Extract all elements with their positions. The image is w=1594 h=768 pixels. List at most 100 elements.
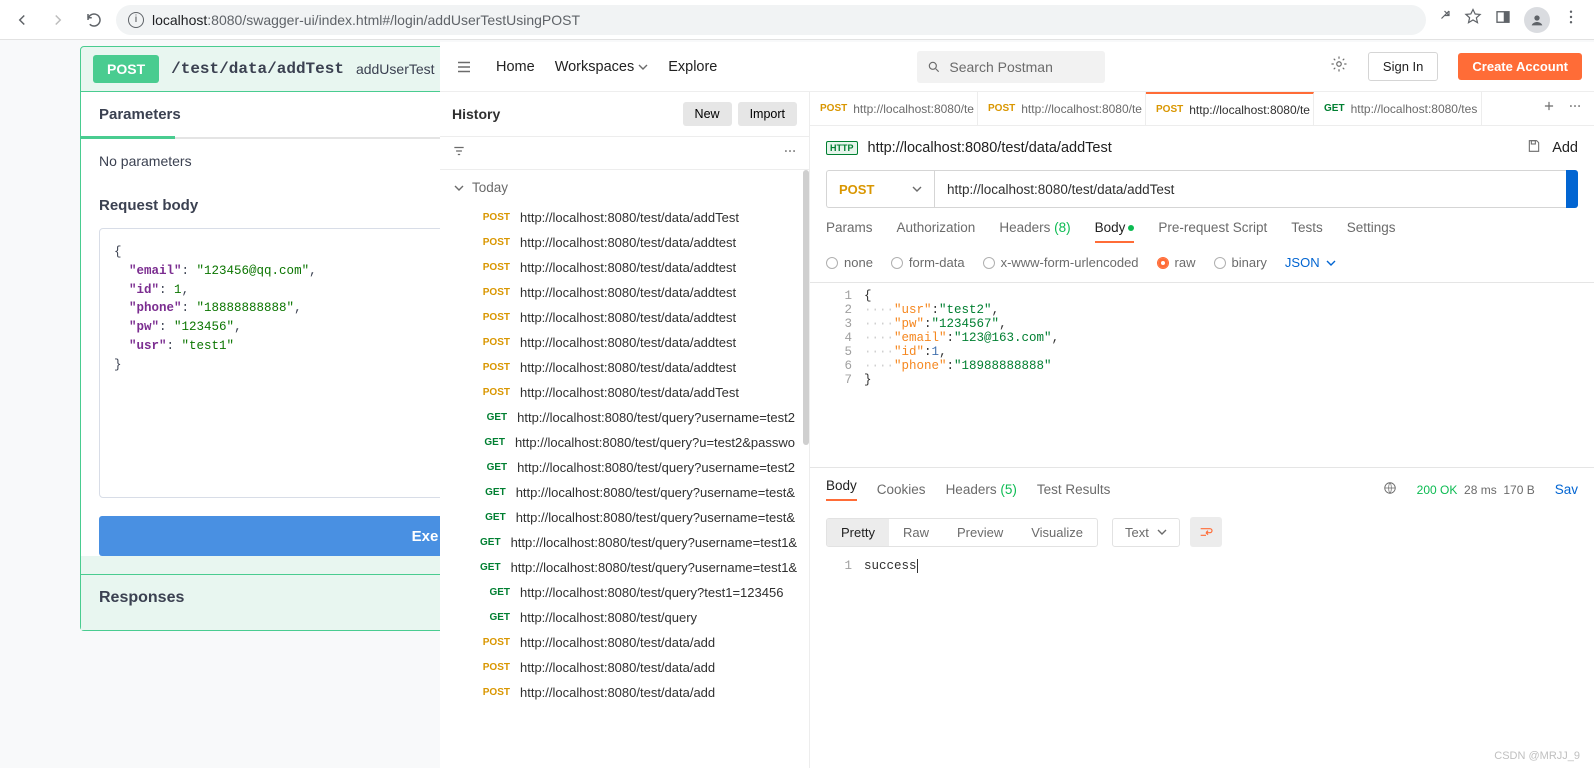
body-formdata[interactable]: form-data bbox=[891, 255, 965, 270]
history-item[interactable]: GEThttp://localhost:8080/test/query?user… bbox=[440, 530, 809, 555]
body-raw[interactable]: raw bbox=[1157, 255, 1196, 270]
site-info-icon[interactable]: i bbox=[128, 12, 144, 28]
resp-tab-tests[interactable]: Test Results bbox=[1037, 482, 1111, 497]
nav-explore[interactable]: Explore bbox=[668, 59, 717, 75]
forward-button[interactable] bbox=[44, 6, 72, 34]
history-item[interactable]: GEThttp://localhost:8080/test/query?test… bbox=[440, 580, 809, 605]
history-item[interactable]: GEThttp://localhost:8080/test/query?user… bbox=[440, 405, 809, 430]
tab-add-button[interactable] bbox=[1542, 99, 1556, 118]
method-dropdown[interactable]: POST bbox=[826, 170, 934, 208]
request-tab[interactable]: POSThttp://localhost:8080/te bbox=[1146, 92, 1314, 125]
response-format-dropdown[interactable]: Text bbox=[1112, 518, 1180, 547]
address-bar[interactable]: i localhost:8080/swagger-ui/index.html#/… bbox=[116, 5, 1426, 35]
history-item-method: GET bbox=[480, 412, 507, 423]
response-view-toggle[interactable]: Pretty Raw Preview Visualize bbox=[826, 518, 1098, 547]
line-number: 6 bbox=[810, 359, 864, 373]
search-input[interactable]: Search Postman bbox=[917, 51, 1105, 83]
new-button[interactable]: New bbox=[683, 102, 732, 126]
scrollbar[interactable] bbox=[803, 170, 809, 445]
resp-tab-body[interactable]: Body bbox=[826, 478, 857, 501]
resp-tab-cookies[interactable]: Cookies bbox=[877, 482, 926, 497]
send-button[interactable] bbox=[1566, 170, 1578, 208]
history-item-method: POST bbox=[480, 362, 510, 373]
wrap-lines-button[interactable] bbox=[1190, 517, 1222, 547]
tab-more-icon[interactable] bbox=[1568, 99, 1582, 118]
history-item-method: POST bbox=[480, 337, 510, 348]
signin-button[interactable]: Sign In bbox=[1368, 52, 1438, 81]
nav-home[interactable]: Home bbox=[496, 59, 535, 75]
view-preview[interactable]: Preview bbox=[943, 519, 1017, 546]
history-item[interactable]: GEThttp://localhost:8080/test/query?user… bbox=[440, 505, 809, 530]
view-raw[interactable]: Raw bbox=[889, 519, 943, 546]
history-item[interactable]: GEThttp://localhost:8080/test/query?user… bbox=[440, 455, 809, 480]
tab-tests[interactable]: Tests bbox=[1291, 220, 1323, 243]
body-language-dropdown[interactable]: JSON bbox=[1285, 255, 1336, 270]
url-input[interactable] bbox=[934, 170, 1566, 208]
hamburger-icon[interactable] bbox=[452, 55, 476, 79]
tab-settings[interactable]: Settings bbox=[1347, 220, 1396, 243]
response-body[interactable]: 1success bbox=[810, 553, 1594, 579]
line-number: 2 bbox=[810, 303, 864, 317]
history-item-url: http://localhost:8080/test/query?usernam… bbox=[517, 460, 795, 475]
save-response-button[interactable]: Sav bbox=[1555, 482, 1578, 497]
history-item[interactable]: POSThttp://localhost:8080/test/data/add bbox=[440, 680, 809, 705]
request-tab[interactable]: POSThttp://localhost:8080/te bbox=[810, 92, 978, 125]
history-item[interactable]: POSThttp://localhost:8080/test/data/addt… bbox=[440, 355, 809, 380]
reload-button[interactable] bbox=[80, 6, 108, 34]
bookmark-icon[interactable] bbox=[1464, 8, 1482, 31]
kebab-icon[interactable] bbox=[1562, 8, 1580, 31]
request-tab[interactable]: GEThttp://localhost:8080/tes bbox=[1314, 92, 1482, 125]
tab-prescript[interactable]: Pre-request Script bbox=[1158, 220, 1267, 243]
history-item[interactable]: POSThttp://localhost:8080/test/data/add bbox=[440, 630, 809, 655]
view-pretty[interactable]: Pretty bbox=[827, 519, 889, 546]
browser-chrome: i localhost:8080/swagger-ui/index.html#/… bbox=[0, 0, 1594, 40]
panel-icon[interactable] bbox=[1494, 8, 1512, 31]
history-item[interactable]: POSThttp://localhost:8080/test/data/addt… bbox=[440, 255, 809, 280]
tab-auth[interactable]: Authorization bbox=[897, 220, 976, 243]
nav-workspaces[interactable]: Workspaces bbox=[555, 59, 649, 75]
globe-icon[interactable] bbox=[1383, 481, 1397, 498]
history-item[interactable]: GEThttp://localhost:8080/test/query?user… bbox=[440, 555, 809, 580]
body-editor[interactable]: 1{2····"usr":"test2",3····"pw":"1234567"… bbox=[810, 282, 1594, 468]
body-xform[interactable]: x-www-form-urlencoded bbox=[983, 255, 1139, 270]
history-item[interactable]: GEThttp://localhost:8080/test/query?u=te… bbox=[440, 430, 809, 455]
tab-headers[interactable]: Headers (8) bbox=[999, 220, 1070, 243]
create-account-button[interactable]: Create Account bbox=[1458, 53, 1582, 80]
gear-icon[interactable] bbox=[1330, 55, 1348, 78]
request-tab[interactable]: POSThttp://localhost:8080/te bbox=[978, 92, 1146, 125]
line-number: 1 bbox=[810, 559, 864, 573]
history-item-method: GET bbox=[480, 512, 506, 523]
tab-label: http://localhost:8080/te bbox=[1189, 103, 1310, 117]
request-title: http://localhost:8080/test/data/addTest bbox=[868, 140, 1112, 156]
history-item[interactable]: POSThttp://localhost:8080/test/data/add bbox=[440, 655, 809, 680]
profile-icon[interactable] bbox=[1524, 7, 1550, 33]
back-button[interactable] bbox=[8, 6, 36, 34]
body-none[interactable]: none bbox=[826, 255, 873, 270]
more-icon[interactable] bbox=[783, 144, 797, 163]
history-item[interactable]: POSThttp://localhost:8080/test/data/addT… bbox=[440, 380, 809, 405]
resp-tab-headers[interactable]: Headers (5) bbox=[946, 482, 1017, 497]
history-item[interactable]: POSThttp://localhost:8080/test/data/addT… bbox=[440, 205, 809, 230]
share-icon[interactable] bbox=[1434, 8, 1452, 31]
tab-params[interactable]: Params bbox=[826, 220, 873, 243]
postman-body: History New Import Today POSThttp://loca… bbox=[440, 92, 1594, 768]
history-list[interactable]: Today POSThttp://localhost:8080/test/dat… bbox=[440, 170, 809, 768]
history-item[interactable]: POSThttp://localhost:8080/test/data/addt… bbox=[440, 280, 809, 305]
history-group-today[interactable]: Today bbox=[440, 170, 809, 205]
response-tabs: Body Cookies Headers (5) Test Results 20… bbox=[810, 468, 1594, 511]
history-item[interactable]: POSThttp://localhost:8080/test/data/addt… bbox=[440, 305, 809, 330]
tab-body[interactable]: Body bbox=[1095, 220, 1135, 243]
history-title: History bbox=[452, 106, 500, 122]
body-binary[interactable]: binary bbox=[1214, 255, 1267, 270]
filter-icon[interactable] bbox=[452, 144, 466, 163]
history-item[interactable]: GEThttp://localhost:8080/test/query bbox=[440, 605, 809, 630]
history-item-url: http://localhost:8080/test/data/add bbox=[520, 660, 715, 675]
history-item[interactable]: POSThttp://localhost:8080/test/data/addt… bbox=[440, 230, 809, 255]
save-icon[interactable] bbox=[1526, 138, 1542, 158]
history-item[interactable]: GEThttp://localhost:8080/test/query?user… bbox=[440, 480, 809, 505]
import-button[interactable]: Import bbox=[738, 102, 797, 126]
history-item[interactable]: POSThttp://localhost:8080/test/data/addt… bbox=[440, 330, 809, 355]
view-visualize[interactable]: Visualize bbox=[1017, 519, 1097, 546]
add-label[interactable]: Add bbox=[1552, 140, 1578, 156]
history-item-url: http://localhost:8080/test/query?usernam… bbox=[511, 560, 798, 575]
